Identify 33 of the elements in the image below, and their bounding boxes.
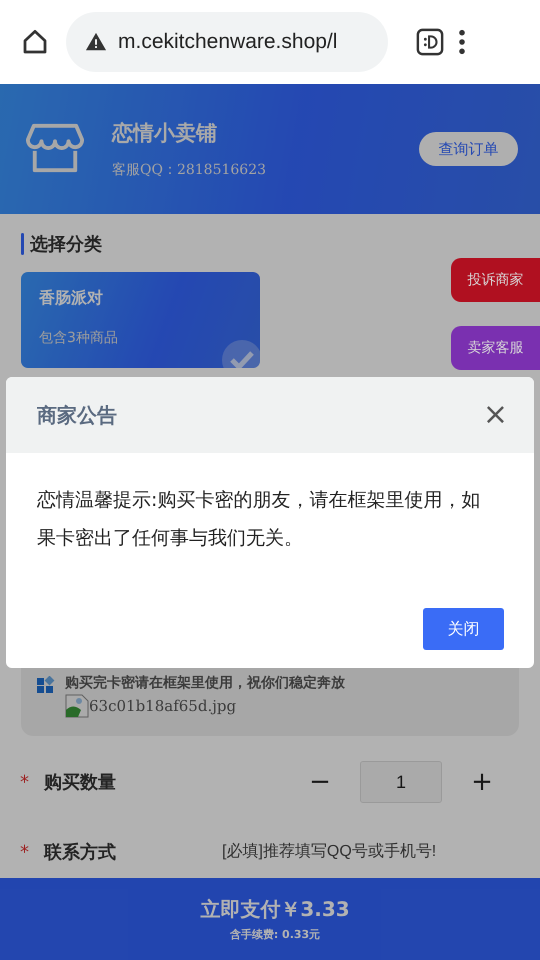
- close-button[interactable]: ×: [482, 400, 508, 430]
- pay-bar[interactable]: 立即支付￥3.33 含手续费: 0.33元: [0, 878, 540, 960]
- field-label: 联系方式: [44, 841, 117, 864]
- notice-text: 购买完卡密请在框架里使用，祝你们稳定奔放: [65, 674, 345, 692]
- quantity-field[interactable]: 1: [360, 761, 442, 803]
- required-mark: *: [20, 772, 30, 792]
- plus-button[interactable]: +: [462, 767, 502, 797]
- section-title: 选择分类: [30, 233, 102, 256]
- fee-text: 含手续费: 0.33元: [230, 927, 320, 942]
- dialog-title: 商家公告: [37, 402, 117, 428]
- pay-now-label: 立即支付￥3.33: [200, 896, 350, 923]
- category-card[interactable]: 香肠派对 包含3种商品: [21, 272, 260, 368]
- contact-field[interactable]: [必填]推荐填写QQ号或手机号!: [220, 842, 502, 862]
- field-label: 购买数量: [44, 771, 117, 794]
- more-options-icon[interactable]: [458, 29, 466, 55]
- side-button[interactable]: 卖家客服: [451, 326, 540, 370]
- url-text: m.cekitchenware.shop/l: [118, 30, 338, 54]
- minus-button[interactable]: −: [300, 767, 340, 797]
- broken-image-icon: [65, 694, 89, 718]
- shop-name: 恋情小卖铺: [112, 120, 218, 147]
- dialog-message: 恋情温馨提示:购买卡密的朋友，请在框架里使用，如果卡密出了任何事与我们无关。: [37, 488, 482, 551]
- dialog-close-button[interactable]: 关闭: [423, 608, 504, 650]
- service-qq: 客服QQ：2818516623: [112, 161, 268, 179]
- side-button[interactable]: 投诉商家: [451, 258, 540, 302]
- warning-icon: [84, 31, 108, 53]
- grid-icon: [37, 676, 55, 694]
- image-alt-text: 63c01b18af65d.jpg: [89, 697, 236, 715]
- query-order-button[interactable]: 查询订单: [419, 132, 518, 166]
- tab-switcher-icon[interactable]: [416, 28, 444, 56]
- category-subtitle: 包含3种商品: [39, 329, 119, 347]
- required-mark: *: [20, 842, 30, 862]
- category-name: 香肠派对: [39, 288, 104, 309]
- address-bar[interactable]: m.cekitchenware.shop/l: [66, 12, 388, 72]
